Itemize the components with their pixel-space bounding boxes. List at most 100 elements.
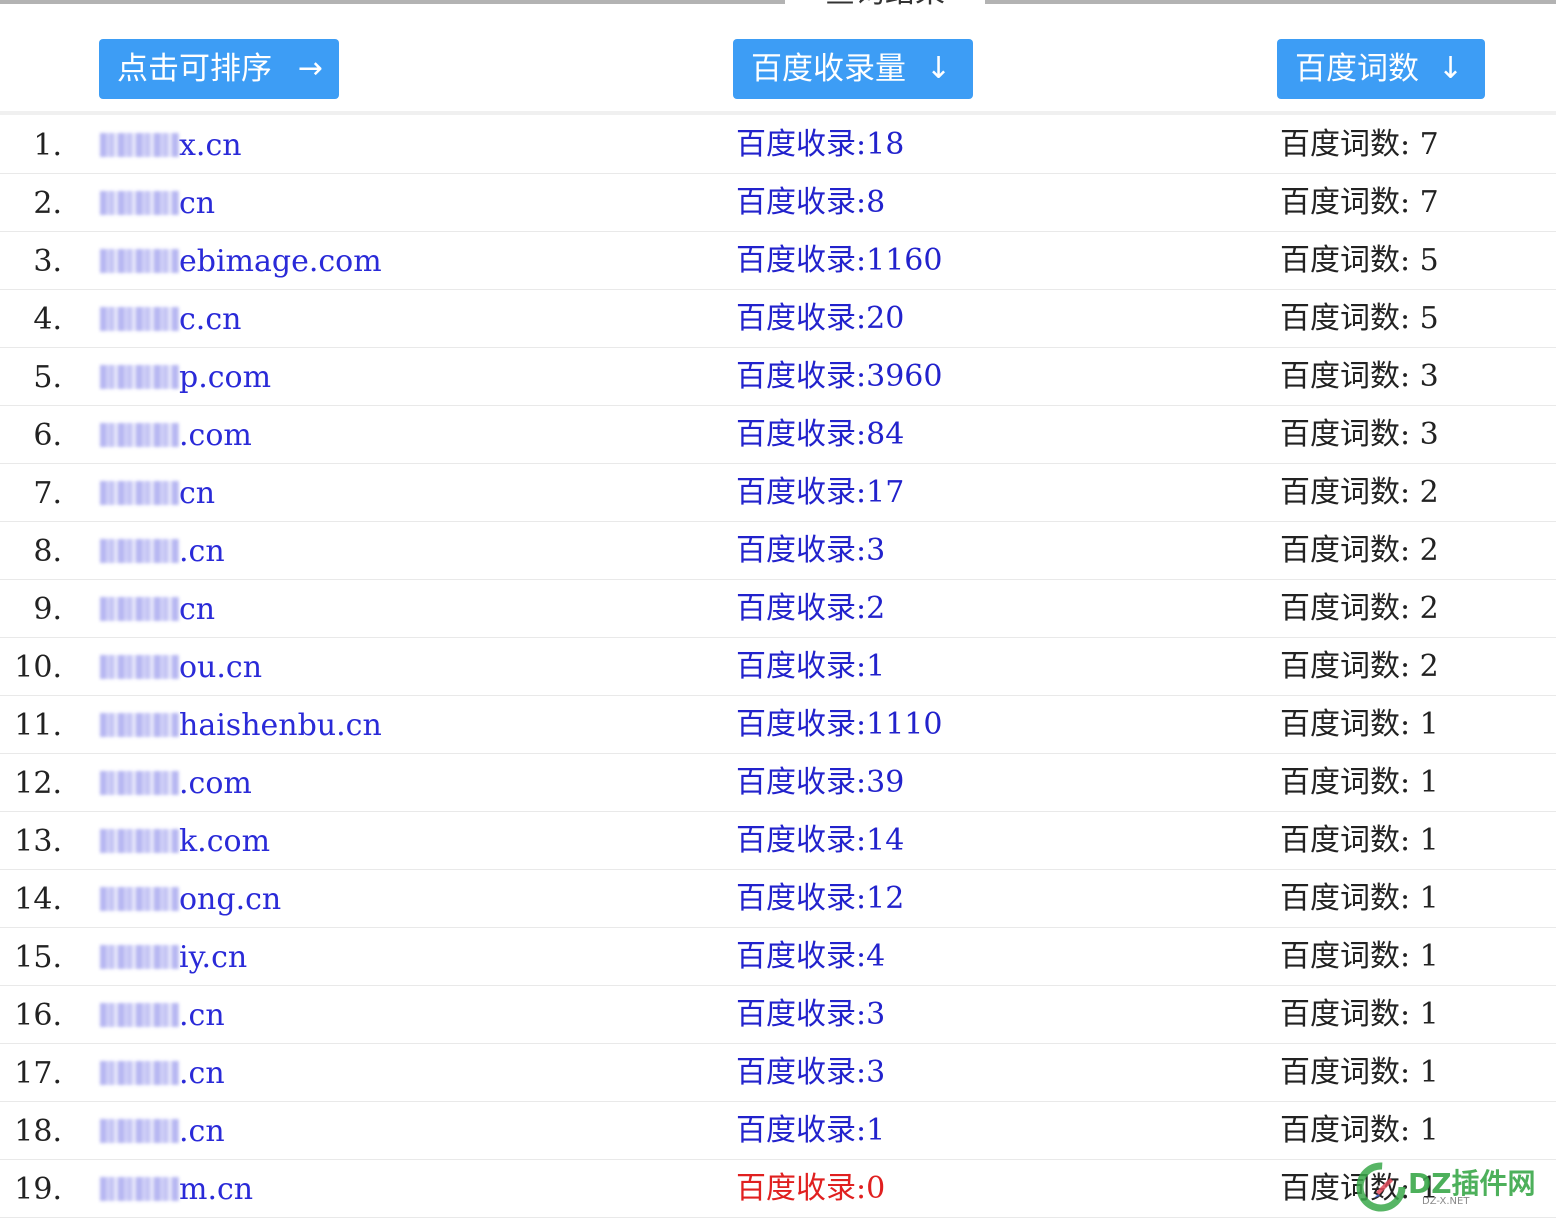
baidu-word-count: 百度词数: 1 (1280, 881, 1439, 916)
domain-suffix: .cn (179, 1056, 225, 1091)
baidu-index-count: 百度收录:14 (736, 823, 905, 858)
row-number: 15. (14, 940, 62, 975)
domain-suffix: .cn (179, 998, 225, 1033)
domain-link[interactable]: .com (100, 416, 252, 456)
baidu-word-count: 百度词数: 1 (1280, 707, 1439, 742)
baidu-index-count: 百度收录:18 (736, 127, 905, 162)
baidu-index-count: 百度收录:8 (736, 185, 886, 220)
baidu-index-count: 百度收录:3 (736, 1055, 886, 1090)
blurred-domain-prefix (100, 481, 179, 505)
domain-link[interactable]: ebimage.com (100, 242, 382, 282)
row-number: 19. (14, 1172, 62, 1207)
domain-link[interactable]: cn (100, 474, 215, 514)
sort-default-button[interactable]: 点击可排序 → (99, 39, 339, 99)
domain-link[interactable]: x.cn (100, 126, 242, 166)
domain-suffix: cn (179, 186, 216, 221)
domain-link[interactable]: .cn (100, 532, 225, 572)
domain-link[interactable]: m.cn (100, 1170, 253, 1210)
result-row: 9. cn 百度收录:2 百度词数: 2 (0, 580, 1556, 638)
baidu-index-count: 百度收录:3 (736, 533, 886, 568)
domain-link[interactable]: .cn (100, 1112, 225, 1152)
result-row: 17. .cn 百度收录:3 百度词数: 1 (0, 1044, 1556, 1102)
domain-link[interactable]: .com (100, 764, 252, 804)
results-list: 1. x.cn 百度收录:18 百度词数: 7 2. cn 百度收录:8 百度词数: 7 3. e… (0, 116, 1556, 1218)
blurred-domain-prefix (100, 945, 179, 969)
domain-link[interactable]: cn (100, 590, 215, 630)
domain-suffix: ong.cn (179, 882, 282, 917)
domain-link[interactable]: ou.cn (100, 648, 262, 688)
row-number: 1. (33, 128, 62, 163)
result-row: 10. ou.cn 百度收录:1 百度词数: 2 (0, 638, 1556, 696)
result-row: 18. .cn 百度收录:1 百度词数: 1 (0, 1102, 1556, 1160)
baidu-word-count: 百度词数: 3 (1280, 417, 1439, 452)
blurred-domain-prefix (100, 249, 179, 273)
row-number: 17. (14, 1056, 62, 1091)
domain-suffix: cn (179, 476, 216, 511)
arrow-down-icon: ↓ (1437, 51, 1463, 86)
blurred-domain-prefix (100, 1177, 179, 1201)
arrow-down-icon: ↓ (925, 51, 951, 86)
sort-baidu-index-button[interactable]: 百度收录量 ↓ (733, 39, 973, 99)
domain-link[interactable]: ong.cn (100, 880, 281, 920)
result-row: 4. c.cn 百度收录:20 百度词数: 5 (0, 290, 1556, 348)
result-row: 12. .com 百度收录:39 百度词数: 1 (0, 754, 1556, 812)
blurred-domain-prefix (100, 191, 179, 215)
domain-suffix: ou.cn (179, 650, 263, 685)
result-row: 15. iy.cn 百度收录:4 百度词数: 1 (0, 928, 1556, 986)
row-number: 11. (14, 708, 62, 743)
domain-link[interactable]: c.cn (100, 300, 241, 340)
baidu-word-count: 百度词数: 1 (1280, 823, 1439, 858)
baidu-index-count: 百度收录:3 (736, 997, 886, 1032)
baidu-word-count: 百度词数: 1 (1280, 997, 1439, 1032)
blurred-domain-prefix (100, 307, 179, 331)
domain-suffix: haishenbu.cn (179, 708, 382, 743)
sort-baidu-words-button[interactable]: 百度词数 ↓ (1277, 39, 1485, 99)
baidu-word-count: 百度词数: 3 (1280, 359, 1439, 394)
domain-link[interactable]: .cn (100, 996, 225, 1036)
baidu-index-count: 百度收录:2 (736, 591, 886, 626)
baidu-index-count: 百度收录:20 (736, 301, 905, 336)
row-number: 8. (33, 534, 62, 569)
domain-link[interactable]: p.com (100, 358, 271, 398)
blurred-domain-prefix (100, 133, 179, 157)
blurred-domain-prefix (100, 887, 179, 911)
row-number: 14. (14, 882, 62, 917)
domain-link[interactable]: k.com (100, 822, 270, 862)
blurred-domain-prefix (100, 771, 179, 795)
domain-suffix: ebimage.com (179, 244, 382, 279)
domain-link[interactable]: haishenbu.cn (100, 706, 382, 746)
row-number: 9. (33, 592, 62, 627)
row-number: 7. (33, 476, 62, 511)
result-row: 13. k.com 百度收录:14 百度词数: 1 (0, 812, 1556, 870)
domain-link[interactable]: cn (100, 184, 215, 224)
baidu-index-count: 百度收录:1160 (736, 243, 943, 278)
domain-link[interactable]: iy.cn (100, 938, 247, 978)
domain-suffix: k.com (179, 824, 271, 859)
result-row: 1. x.cn 百度收录:18 百度词数: 7 (0, 116, 1556, 174)
result-row: 5. p.com 百度收录:3960 百度词数: 3 (0, 348, 1556, 406)
blurred-domain-prefix (100, 713, 179, 737)
baidu-word-count: 百度词数: 1 (1280, 939, 1439, 974)
blurred-domain-prefix (100, 539, 179, 563)
row-number: 5. (33, 360, 62, 395)
domain-suffix: iy.cn (179, 940, 248, 975)
result-row: 8. .cn 百度收录:3 百度词数: 2 (0, 522, 1556, 580)
domain-suffix: .cn (179, 534, 225, 569)
row-number: 12. (14, 766, 62, 801)
baidu-word-count: 百度词数: 7 (1280, 127, 1439, 162)
baidu-word-count: 百度词数: 2 (1280, 475, 1439, 510)
domain-suffix: m.cn (179, 1172, 254, 1207)
baidu-index-count: 百度收录:4 (736, 939, 886, 974)
result-row: 19. m.cn 百度收录:0 百度词数: 1 (0, 1160, 1556, 1218)
baidu-index-count: 百度收录:17 (736, 475, 905, 510)
baidu-index-count: 百度收录:12 (736, 881, 905, 916)
baidu-index-count: 百度收录:1 (736, 649, 886, 684)
result-row: 2. cn 百度收录:8 百度词数: 7 (0, 174, 1556, 232)
result-row: 6. .com 百度收录:84 百度词数: 3 (0, 406, 1556, 464)
domain-suffix: cn (179, 592, 216, 627)
blurred-domain-prefix (100, 1119, 179, 1143)
domain-link[interactable]: .cn (100, 1054, 225, 1094)
blurred-domain-prefix (100, 597, 179, 621)
domain-suffix: p.com (179, 360, 272, 395)
row-number: 3. (33, 244, 62, 279)
